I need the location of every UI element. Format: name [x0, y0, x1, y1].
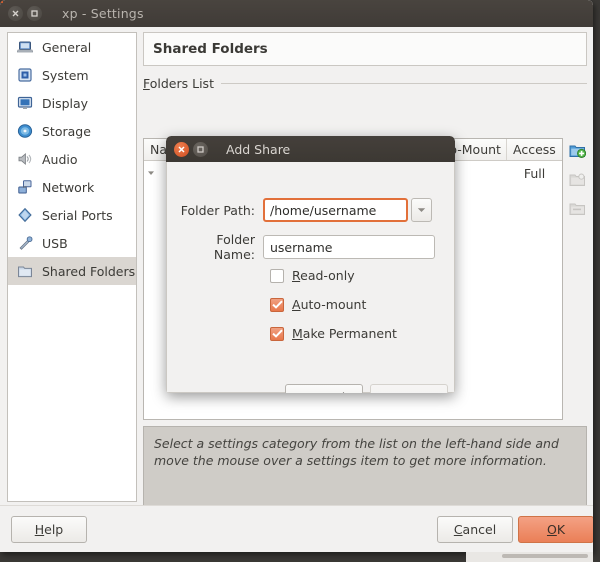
settings-category-list[interactable]: General System Display Storage Audio Net…: [7, 32, 137, 502]
make-permanent-rest: ake Permanent: [302, 326, 397, 341]
usb-plug-icon: [16, 235, 33, 252]
folder-remove-icon: [569, 200, 586, 217]
help-button[interactable]: Help: [11, 516, 87, 543]
window-title: xp - Settings: [62, 6, 144, 21]
checkbox-box[interactable]: [270, 326, 284, 341]
sidebar-item-label: Storage: [42, 123, 91, 139]
folder-edit-icon: [569, 171, 586, 188]
dialog-ok-rest: K: [410, 390, 418, 394]
help-accel: H: [34, 522, 45, 537]
edit-shared-folder-button[interactable]: [568, 167, 587, 191]
read-only-label: Read-only: [292, 268, 355, 283]
speaker-icon: [16, 151, 33, 168]
sidebar-item-audio[interactable]: Audio: [8, 145, 136, 173]
sidebar-item-shared-folders[interactable]: Shared Folders: [8, 257, 136, 285]
cancel-rest: ancel: [462, 522, 497, 537]
cancel-button[interactable]: Cancel: [437, 516, 513, 543]
chip-icon: [16, 67, 33, 84]
make-permanent-label: Make Permanent: [292, 326, 397, 341]
settings-window: xp - Settings General System Display Sto…: [0, 0, 593, 552]
disc-icon: [16, 123, 33, 140]
folder-path-combobox[interactable]: /home/username: [263, 198, 432, 222]
add-share-dialog: Add Share Folder Path: /home/username Fo…: [166, 136, 455, 393]
folders-list-label-rest: olders List: [149, 75, 214, 91]
maximize-icon[interactable]: [193, 141, 208, 157]
folder-add-icon: [569, 142, 586, 159]
triangle-down-icon[interactable]: [144, 161, 157, 185]
auto-mount-label: Auto-mount: [292, 297, 366, 312]
shared-folders-toolbar: [568, 138, 587, 225]
read-only-rest: ead-only: [300, 268, 355, 283]
close-icon[interactable]: [174, 141, 189, 157]
group-label-row: Folders List: [143, 74, 587, 92]
make-permanent-checkbox[interactable]: Make Permanent: [270, 326, 397, 341]
remove-shared-folder-button[interactable]: [568, 196, 587, 220]
sidebar-item-label: Network: [42, 179, 95, 195]
close-icon[interactable]: [8, 6, 23, 21]
folder-path-label: Folder Path:: [180, 202, 255, 218]
ok-accel: O: [546, 522, 557, 537]
dialog-cancel-accel: C: [303, 390, 312, 394]
info-panel-text: Select a settings category from the list…: [154, 436, 559, 468]
dialog-ok-button[interactable]: OK: [370, 384, 448, 393]
sidebar-item-label: Serial Ports: [42, 207, 113, 223]
laptop-icon: [16, 39, 33, 56]
sidebar-item-label: Audio: [42, 151, 78, 167]
sidebar-item-label: USB: [42, 235, 68, 251]
checkbox-box[interactable]: [270, 297, 284, 312]
sidebar-item-storage[interactable]: Storage: [8, 117, 136, 145]
sidebar-item-usb[interactable]: USB: [8, 229, 136, 257]
dialog-title: Add Share: [226, 141, 291, 157]
folder-name-input[interactable]: username: [263, 235, 435, 259]
sidebar-item-label: System: [42, 67, 89, 83]
help-rest: elp: [44, 522, 64, 537]
window-titlebar[interactable]: xp - Settings: [0, 0, 593, 27]
auto-mount-accel: A: [292, 297, 301, 312]
sidebar-item-label: Display: [42, 95, 89, 111]
dialog-ok-accel: O: [400, 390, 410, 394]
sidebar-item-system[interactable]: System: [8, 61, 136, 89]
maximize-icon[interactable]: [27, 6, 42, 21]
add-shared-folder-button[interactable]: [568, 138, 587, 162]
make-permanent-accel: M: [292, 326, 303, 341]
ok-button[interactable]: OK: [518, 516, 593, 543]
folder-path-input[interactable]: /home/username: [263, 198, 408, 222]
auto-mount-checkbox[interactable]: Auto-mount: [270, 297, 366, 312]
sidebar-item-general[interactable]: General: [8, 33, 136, 61]
auto-mount-rest: uto-mount: [300, 297, 367, 312]
dialog-cancel-button[interactable]: Cancel: [285, 384, 363, 393]
read-only-checkbox[interactable]: Read-only: [270, 268, 355, 283]
folder-name-row: Folder Name: username: [173, 232, 435, 262]
sidebar-item-label: General: [42, 39, 92, 55]
checkbox-box[interactable]: [270, 268, 284, 283]
page-title: Shared Folders: [143, 32, 587, 66]
sidebar-item-network[interactable]: Network: [8, 173, 136, 201]
folder-icon: [16, 263, 33, 280]
folder-name-label: Folder Name:: [213, 232, 255, 262]
ok-rest: K: [556, 522, 566, 537]
sidebar-item-display[interactable]: Display: [8, 89, 136, 117]
folders-list-label: Folders List: [143, 76, 221, 91]
dialog-cancel-rest: ancel: [312, 390, 346, 394]
dialog-titlebar[interactable]: Add Share: [166, 136, 455, 162]
info-panel: Select a settings category from the list…: [143, 426, 587, 511]
column-header-access[interactable]: Access: [507, 139, 562, 160]
network-icon: [16, 179, 33, 196]
sidebar-item-serial-ports[interactable]: Serial Ports: [8, 201, 136, 229]
titlebar-corner-mark: [0, 0, 3, 3]
serial-port-icon: [16, 207, 33, 224]
folders-list-group: Folders List Name Path Auto-Mount Access: [143, 74, 587, 511]
chevron-down-icon[interactable]: [411, 198, 432, 222]
cell-access: Full: [523, 165, 546, 181]
dialog-body: Folder Path: /home/username Folder Name:…: [166, 162, 455, 393]
folder-path-row: Folder Path: /home/username: [173, 198, 432, 222]
dialog-button-bar: Help Cancel OK: [0, 505, 593, 552]
cancel-accel: C: [453, 522, 463, 537]
sidebar-item-label: Shared Folders: [42, 263, 136, 279]
desktop-scrollbar[interactable]: [502, 554, 588, 558]
monitor-icon: [16, 95, 33, 112]
group-divider: [220, 82, 587, 84]
folders-list-label-accel: F: [143, 75, 150, 91]
read-only-accel: R: [292, 268, 301, 283]
